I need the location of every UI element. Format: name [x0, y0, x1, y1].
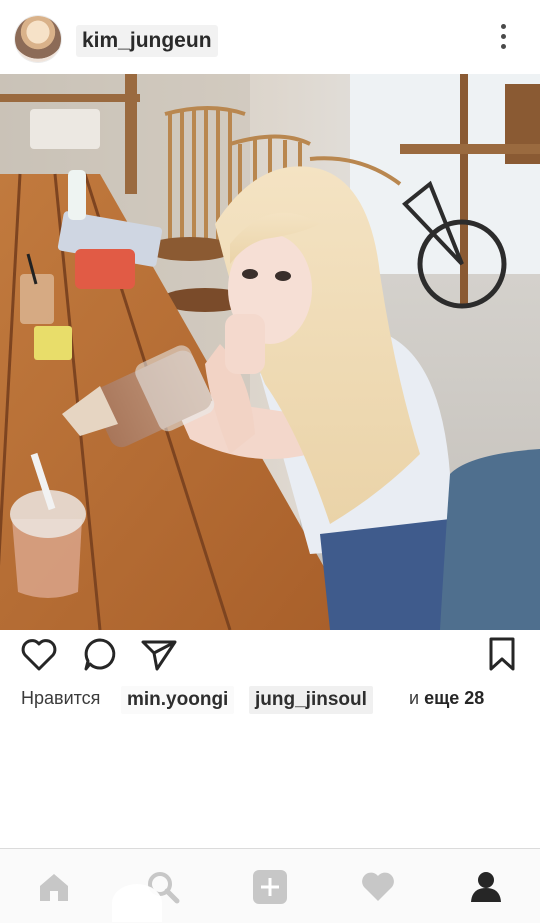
profile-icon[interactable] — [468, 869, 504, 905]
likes-label: Нравится — [21, 688, 101, 708]
activity-heart-icon[interactable] — [360, 869, 396, 905]
liker-username[interactable]: min.yoongi — [121, 686, 235, 714]
liker-username[interactable]: jung_jinsoul — [249, 686, 373, 714]
add-post-icon[interactable] — [252, 869, 288, 905]
likes-more[interactable]: и еще 28 — [409, 688, 484, 709]
send-paper-plane-icon[interactable] — [140, 636, 178, 677]
heart-outline-icon[interactable] — [20, 636, 58, 677]
bookmark-icon[interactable] — [487, 636, 517, 677]
username[interactable]: kim_jungeun — [76, 25, 218, 57]
avatar[interactable] — [15, 16, 61, 62]
comment-bubble-icon[interactable] — [82, 636, 118, 677]
post-header: kim_jungeun — [0, 0, 540, 74]
more-vertical-icon[interactable] — [494, 24, 512, 54]
bottom-navigation — [0, 848, 540, 923]
post-photo[interactable] — [0, 74, 540, 630]
action-bar — [0, 630, 540, 680]
home-icon[interactable] — [36, 869, 72, 905]
decorative-blur — [112, 884, 162, 922]
